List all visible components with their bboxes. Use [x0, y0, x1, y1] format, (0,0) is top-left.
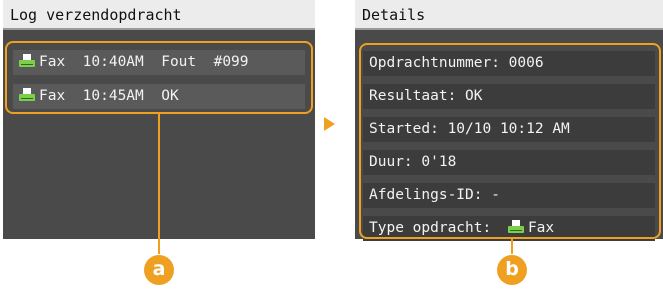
job-log-item[interactable]: Fax 10:45AM OK [13, 84, 305, 109]
job-log-item-text: Fax 10:40AM Fout #099 [39, 54, 249, 70]
leader-line-a [158, 114, 160, 254]
job-log-item[interactable]: Fax 10:40AM Fout #099 [13, 50, 305, 75]
details-row-job-number: Opdrachtnummer: 0006 [363, 51, 655, 76]
details-row-started: Started: 10/10 10:12 AM [363, 117, 655, 142]
fax-icon [19, 88, 35, 101]
job-log-item-text: Fax 10:45AM OK [39, 88, 179, 104]
details-row-job-type: Type opdracht: Fax [363, 216, 655, 241]
fax-icon [19, 54, 35, 67]
fax-icon [507, 220, 524, 233]
job-type-value: Fax [527, 220, 555, 236]
details-row-result: Resultaat: OK [363, 84, 655, 109]
arrow-right-icon [324, 117, 335, 131]
details-row-department-id: Afdelings-ID: - [363, 183, 655, 208]
details-screen: Details Opdrachtnummer: 0006 Resultaat: … [355, 0, 663, 241]
details-row-duration: Duur: 0'18 [363, 150, 655, 175]
callout-badge-a: a [144, 255, 174, 285]
job-log-title: Log verzendopdracht [3, 0, 315, 30]
job-type-label: Type opdracht: [369, 220, 492, 236]
callout-badge-b: b [497, 255, 527, 285]
leader-line-b [511, 239, 513, 254]
details-title: Details [355, 0, 663, 30]
